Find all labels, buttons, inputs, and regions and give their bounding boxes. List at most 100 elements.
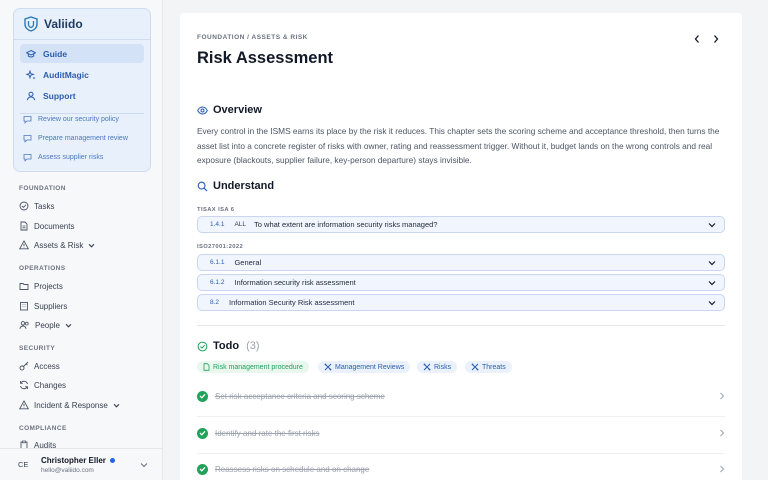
check-circle-icon	[19, 201, 29, 211]
requirement-text: General	[234, 258, 262, 267]
user-name-row: Christopher Eller	[41, 456, 115, 465]
nav-auditmagic-label: AuditMagic	[43, 69, 89, 80]
brand-name: Valiido	[44, 17, 83, 31]
users-icon	[19, 320, 30, 330]
section-title-operations: OPERATIONS	[19, 265, 66, 272]
brand-logo[interactable]: Valiido	[24, 16, 83, 32]
suggestion-label: Prepare management review	[38, 135, 128, 142]
user-menu[interactable]: CE Christopher Eller hello@valiido.com	[0, 448, 162, 480]
chat-bubble-icon	[23, 115, 32, 124]
requirement-code: 8.2	[210, 299, 220, 306]
requirement-accordion[interactable]: 6.1.1 General	[197, 254, 725, 271]
sidebar-item-changes[interactable]: Changes	[19, 380, 66, 390]
section-title-foundation: FOUNDATION	[19, 185, 66, 192]
todo-item[interactable]: Reassess risks on schedule and on change	[197, 459, 725, 479]
requirement-code: 6.1.2	[210, 279, 225, 286]
key-icon	[19, 361, 29, 371]
requirement-accordion[interactable]: 8.2 Information Security Risk assessment	[197, 294, 725, 311]
understand-heading-text: Understand	[213, 180, 275, 192]
chevron-down-icon[interactable]	[140, 461, 148, 469]
sidebar-item-projects[interactable]: Projects	[19, 281, 63, 291]
nav-support[interactable]: Support	[20, 86, 144, 105]
overview-heading: Overview	[197, 104, 262, 116]
sidebar-item-people[interactable]: People	[19, 320, 72, 330]
nav-support-label: Support	[43, 90, 76, 101]
sparkles-icon	[26, 69, 36, 80]
sidebar-item-documents[interactable]: Documents	[19, 221, 74, 231]
requirement-text: Information security risk assessment	[234, 278, 356, 287]
requirement-accordion[interactable]: 6.1.2 Information security risk assessme…	[197, 274, 725, 291]
avatar: CE	[18, 460, 29, 469]
page-title: Risk Assessment	[197, 49, 334, 67]
online-status-dot	[109, 458, 115, 463]
nav-guide-label: Guide	[43, 48, 68, 59]
sidebar-item-label: Access	[34, 361, 60, 371]
sidebar-item-label: Suppliers	[34, 301, 68, 311]
divider	[14, 39, 150, 40]
warning-triangle-icon	[19, 240, 29, 250]
chevron-right-icon[interactable]	[712, 34, 720, 44]
requirement-code: 6.1.1	[210, 259, 225, 266]
alert-triangle-icon	[19, 400, 29, 410]
chip-label: Management Reviews	[335, 363, 405, 371]
sidebar-item-suppliers[interactable]: Suppliers	[19, 301, 67, 311]
link-icon	[423, 363, 431, 371]
check-icon[interactable]	[197, 463, 208, 475]
suggestion-label: Review our security policy	[38, 116, 119, 123]
sidebar-item-access[interactable]: Access	[19, 361, 60, 371]
section-title-security: SECURITY	[19, 345, 56, 352]
sidebar-item-tasks[interactable]: Tasks	[19, 201, 54, 211]
document-icon	[19, 221, 29, 231]
link-icon	[324, 363, 332, 371]
chip-document[interactable]: Risk management procedure	[197, 361, 309, 373]
tisax-label: TISAX ISA 6	[197, 207, 235, 213]
user-icon	[26, 91, 36, 101]
check-circle-icon	[197, 341, 208, 352]
suggestion-item[interactable]: Prepare management review	[23, 134, 128, 143]
chevron-down-icon	[65, 322, 72, 329]
sidebar-item-label: Documents	[34, 221, 75, 231]
todo-item[interactable]: Identify and rate the first risks	[197, 423, 725, 443]
chevron-down-icon	[113, 402, 120, 409]
nav-guide[interactable]: Guide	[20, 44, 144, 63]
sidebar-item-label: Projects	[34, 281, 63, 291]
nav-auditmagic[interactable]: AuditMagic	[20, 65, 144, 84]
sidebar-item-assets-risk[interactable]: Assets & Risk	[19, 240, 95, 250]
overview-heading-text: Overview	[213, 104, 262, 116]
section-title-compliance: COMPLIANCE	[19, 425, 67, 432]
chip-link[interactable]: Threats	[465, 361, 512, 373]
todo-item[interactable]: Set risk acceptance criteria and scoring…	[197, 386, 725, 406]
todo-heading: Todo (3)	[197, 340, 260, 352]
overview-text: Every control in the ISMS earns its plac…	[197, 126, 720, 165]
chip-link[interactable]: Management Reviews	[318, 361, 411, 373]
folder-icon	[19, 281, 29, 291]
sidebar-item-label: Tasks	[34, 201, 55, 211]
search-icon	[197, 181, 208, 192]
suggestion-item[interactable]: Assess supplier risks	[23, 153, 103, 162]
chevron-left-icon[interactable]	[693, 34, 701, 44]
iso-label: ISO27001:2022	[197, 244, 244, 250]
user-email: hello@valiido.com	[41, 467, 94, 474]
divider	[197, 416, 725, 417]
chip-link[interactable]: Risks	[417, 361, 458, 373]
todo-heading-text: Todo	[213, 340, 240, 352]
todo-count: (3)	[246, 340, 260, 352]
divider	[197, 325, 725, 326]
eye-icon	[197, 105, 208, 115]
todo-item-text: Reassess risks on schedule and on change	[215, 464, 370, 474]
todo-item-text: Identify and rate the first risks	[215, 428, 320, 438]
chat-bubble-icon	[23, 153, 32, 162]
chip-label: Risk management procedure	[213, 363, 303, 371]
requirement-accordion[interactable]: 1.4.1 ALL To what extent are information…	[197, 216, 725, 233]
refresh-icon	[19, 380, 29, 390]
sidebar-item-incident-response[interactable]: Incident & Response	[19, 400, 120, 410]
check-icon[interactable]	[197, 427, 208, 439]
requirement-text: Information Security Risk assessment	[229, 298, 355, 307]
chip-label: Threats	[482, 363, 506, 371]
chevron-down-icon	[708, 279, 716, 287]
chevron-right-icon	[719, 465, 725, 473]
divider	[20, 113, 144, 114]
shield-logo-icon	[24, 16, 38, 32]
check-icon[interactable]	[197, 390, 208, 402]
suggestion-item[interactable]: Review our security policy	[23, 115, 119, 124]
